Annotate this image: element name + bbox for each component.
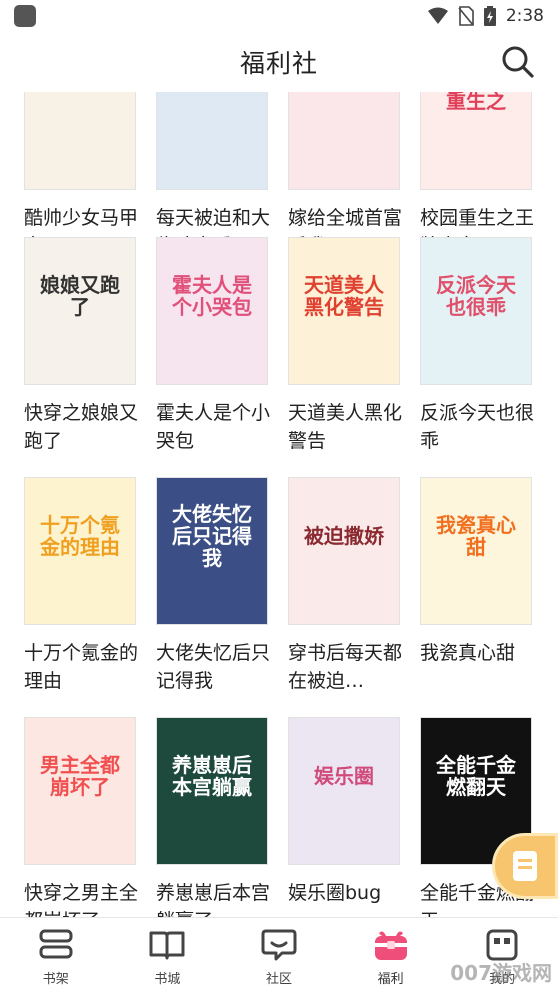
book-cover[interactable]: 娘娘又跑了: [24, 237, 136, 385]
book-cover[interactable]: [156, 92, 268, 190]
no-sim-icon: [458, 6, 474, 26]
document-icon: [513, 851, 537, 881]
book-cover[interactable]: 天道美人黑化警告: [288, 237, 400, 385]
battery-icon: [483, 6, 496, 26]
book-cover[interactable]: 重生之: [420, 92, 532, 190]
tab-welfare[interactable]: 福利: [335, 918, 447, 992]
cover-title-art: 被迫撒娇: [304, 524, 384, 549]
cover-title-art: 我瓷真心甜: [436, 513, 516, 560]
cover-title-art: 娘娘又跑了: [40, 273, 120, 320]
tab-bookstore[interactable]: 书城: [112, 918, 224, 992]
tab-community[interactable]: 社区: [223, 918, 335, 992]
gift-box-icon: [374, 931, 407, 960]
book-cover[interactable]: 男主全都崩坏了: [24, 717, 136, 865]
book-card[interactable]: 大佬失忆后只记得我 大佬失忆后只记得我: [156, 477, 270, 695]
book-title[interactable]: 我瓷真心甜: [420, 639, 542, 695]
page-title: 福利社: [239, 49, 318, 78]
bookshelf-icon: [39, 929, 73, 959]
cover-title-art: 天道美人黑化警告: [304, 273, 384, 320]
book-cover[interactable]: 娱乐圈: [288, 717, 400, 865]
tab-label: 福利: [377, 972, 404, 987]
book-card[interactable]: 反派今天也很乖 反派今天也很乖: [420, 237, 534, 455]
status-bar: 2:38: [0, 0, 558, 32]
floating-gift-button[interactable]: [492, 833, 558, 899]
book-card[interactable]: 男主全都崩坏了快穿之男主全都崩坏了: [24, 717, 138, 917]
book-card[interactable]: 酷帅少女马甲多: [24, 92, 138, 260]
book-card[interactable]: 霍夫人是个小哭包 霍夫人是个小哭包: [156, 237, 270, 455]
open-book-icon: [149, 931, 185, 960]
book-title[interactable]: 养崽崽后本宫躺赢了: [156, 879, 278, 917]
book-card[interactable]: 嫁给全城首富后我飘了: [288, 92, 402, 260]
cover-title-art: 娱乐圈: [314, 764, 374, 789]
book-card[interactable]: 娘娘又跑了 快穿之娘娘又跑了: [24, 237, 138, 455]
book-cover[interactable]: 被迫撒娇: [288, 477, 400, 625]
book-cover[interactable]: 十万个氪金的理由: [24, 477, 136, 625]
book-title[interactable]: 反派今天也很乖: [420, 399, 542, 455]
app-notification-icon: [14, 5, 36, 27]
book-title[interactable]: 快穿之男主全都崩坏了: [24, 879, 146, 917]
book-title[interactable]: 霍夫人是个小哭包: [156, 399, 278, 455]
wifi-icon: [427, 7, 448, 24]
cover-title-art: 养崽崽后本宫躺赢: [172, 753, 252, 800]
tab-label: 书城: [154, 972, 181, 987]
search-icon[interactable]: [500, 44, 536, 80]
book-cover[interactable]: 养崽崽后本宫躺赢: [156, 717, 268, 865]
book-title[interactable]: 十万个氪金的理由: [24, 639, 146, 695]
book-card[interactable]: 天道美人黑化警告 天道美人黑化警告: [288, 237, 402, 455]
status-indicators: 2:38: [427, 6, 544, 26]
book-title[interactable]: 快穿之娘娘又跑了: [24, 399, 146, 455]
book-card[interactable]: 我瓷真心甜 我瓷真心甜: [420, 477, 532, 695]
book-card[interactable]: 被迫撒娇 穿书后每天都在被迫…: [288, 477, 402, 695]
title-bar: 福利社: [0, 32, 558, 92]
book-cover[interactable]: 我瓷真心甜: [420, 477, 532, 625]
book-title[interactable]: 大佬失忆后只记得我: [156, 639, 278, 695]
book-cover[interactable]: 霍夫人是个小哭包: [156, 237, 268, 385]
cover-title-art: 十万个氪金的理由: [40, 513, 120, 560]
book-cover[interactable]: 大佬失忆后只记得我: [156, 477, 268, 625]
book-card[interactable]: 养崽崽后本宫躺赢养崽崽后本宫躺赢了: [156, 717, 270, 917]
chat-bubble-icon: [261, 929, 297, 961]
tab-label: 书架: [42, 972, 69, 987]
cover-title-art: 大佬失忆后只记得我: [172, 502, 252, 571]
book-card[interactable]: 十万个氪金的理由 十万个氪金的理由: [24, 477, 138, 695]
book-card[interactable]: 娱乐圈 娱乐圈bug: [288, 717, 400, 917]
status-time: 2:38: [505, 6, 544, 26]
tab-label: 社区: [265, 972, 292, 987]
book-cover[interactable]: [24, 92, 136, 190]
book-card[interactable]: 重生之校园重生之王牌少女: [420, 92, 534, 260]
cover-title-art: 全能千金燃翻天: [436, 753, 516, 800]
cover-title-art: 重生之: [446, 92, 506, 114]
book-title[interactable]: 娱乐圈bug: [288, 879, 410, 917]
cover-title-art: 霍夫人是个小哭包: [172, 273, 252, 320]
watermark-logo: 007游戏网: [450, 961, 552, 985]
book-title[interactable]: 天道美人黑化警告: [288, 399, 410, 455]
tab-bookshelf[interactable]: 书架: [0, 918, 112, 992]
book-title[interactable]: 穿书后每天都在被迫…: [288, 639, 410, 695]
book-cover[interactable]: [288, 92, 400, 190]
book-grid: 酷帅少女马甲多每天被迫和大佬谈恋爱嫁给全城首富后我飘了重生之校园重生之王牌少女娘…: [0, 92, 558, 917]
book-card[interactable]: 每天被迫和大佬谈恋爱: [156, 92, 270, 260]
cover-title-art: 男主全都崩坏了: [40, 753, 120, 800]
cover-title-art: 反派今天也很乖: [436, 273, 516, 320]
book-cover[interactable]: 反派今天也很乖: [420, 237, 532, 385]
